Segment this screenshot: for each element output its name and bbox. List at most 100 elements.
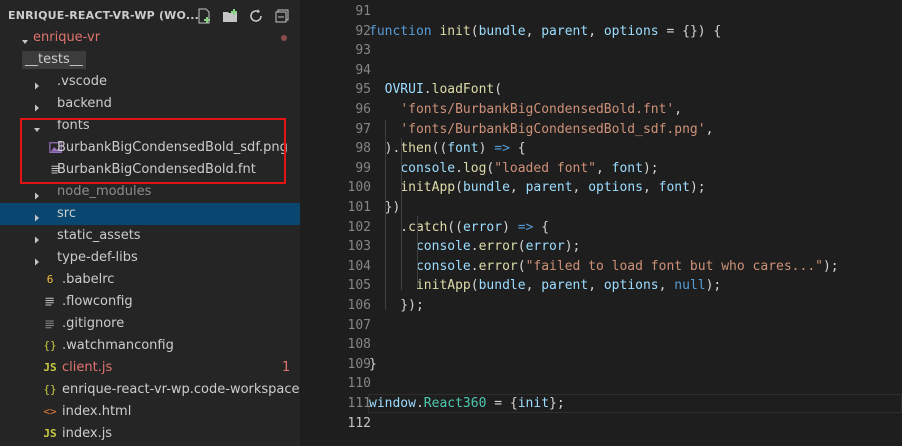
collapse-all-icon[interactable] xyxy=(274,8,290,24)
code-token: ); xyxy=(689,180,706,196)
tree-item-fonts[interactable]: fonts xyxy=(0,115,300,137)
code-content: ).then((font) => { xyxy=(369,139,526,158)
file-icon-glyph: {} xyxy=(43,339,57,352)
code-line[interactable]: 104 console.error("failed to load font b… xyxy=(300,257,902,276)
code-token: options xyxy=(603,23,659,39)
code-line[interactable]: 91 xyxy=(300,2,902,21)
code-line[interactable]: 102 .catch((error) => { xyxy=(300,218,902,237)
chevron-right-icon[interactable] xyxy=(32,253,42,266)
tree-item-burbankbigcondensedbold-fnt[interactable]: BurbankBigCondensedBold.fnt xyxy=(0,159,300,181)
code-line[interactable]: 112 xyxy=(300,414,902,433)
code-token: ( xyxy=(494,82,503,98)
tree-item-static-assets[interactable]: static_assets xyxy=(0,225,300,247)
code-content: window.React360 = {init}; xyxy=(369,394,565,413)
chevron-down-icon[interactable] xyxy=(20,33,30,44)
file-tree: enrique-vr __tests__ .vscode backend fonts Bu… xyxy=(0,27,300,445)
code-token: bundle xyxy=(462,180,510,196)
tree-item-burbankbigcondensedbold-sdf-png[interactable]: BurbankBigCondensedBold_sdf.png xyxy=(0,137,300,159)
code-token: options xyxy=(588,180,643,196)
code-token: "loaded font" xyxy=(494,160,596,176)
tree-item-gitignore[interactable]: .gitignore xyxy=(0,313,300,335)
code-line[interactable]: 99 console.log("loaded font", font); xyxy=(300,159,902,178)
code-token: ); xyxy=(642,160,659,176)
tree-item-label: BurbankBigCondensedBold.fnt xyxy=(57,162,256,177)
code-line[interactable]: 101 }) xyxy=(300,198,902,217)
tree-item-flowconfig[interactable]: .flowconfig xyxy=(0,291,300,313)
code-line[interactable]: 103 console.error(error); xyxy=(300,237,902,256)
json-file-icon: {} xyxy=(42,338,58,354)
code-line[interactable]: 100 initApp(bundle, parent, options, fon… xyxy=(300,178,902,197)
code-token: ); xyxy=(705,278,722,294)
code-line[interactable]: 108 xyxy=(300,335,902,354)
tree-item-backend[interactable]: backend xyxy=(0,93,300,115)
tree-item-enrique-react-vr-wp-code-workspace[interactable]: {} enrique-react-vr-wp.code-workspace xyxy=(0,379,300,401)
code-token: , xyxy=(572,180,589,196)
new-folder-icon[interactable] xyxy=(222,8,238,24)
code-token: => xyxy=(517,219,534,235)
tree-item-src[interactable]: src xyxy=(0,203,300,225)
tree-item-enrique-vr[interactable]: enrique-vr xyxy=(0,27,300,49)
code-token: React360 xyxy=(423,396,487,411)
code-line[interactable]: 109} xyxy=(300,355,902,374)
chevron-right-icon[interactable] xyxy=(32,231,42,244)
code-line[interactable]: 95 OVRUI.loadFont( xyxy=(300,80,902,99)
code-line[interactable]: 111 window.React360 = {init}; xyxy=(300,394,902,413)
line-number: 112 xyxy=(347,415,371,431)
code-token: null xyxy=(674,278,706,294)
line-number: 100 xyxy=(347,180,371,196)
code-line[interactable]: 98 ).then((font) => { xyxy=(300,139,902,158)
chevron-right-icon[interactable] xyxy=(32,99,42,112)
code-token: ( xyxy=(517,239,526,255)
code-token: , xyxy=(525,278,542,294)
modified-dot-icon xyxy=(281,35,287,41)
tree-item-label: .flowconfig xyxy=(62,294,133,309)
code-line[interactable]: 105 initApp(bundle, parent, options, nul… xyxy=(300,276,902,295)
code-line[interactable]: 96 'fonts/BurbankBigCondensedBold.fnt', xyxy=(300,100,902,119)
file-icon-glyph: 6 xyxy=(46,273,54,286)
code-token: = {}) { xyxy=(658,23,722,39)
code-token: 'fonts/BurbankBigCondensedBold.fnt' xyxy=(400,102,675,117)
problem-count-badge: 1 xyxy=(282,360,291,375)
tree-item-tests[interactable]: __tests__ xyxy=(0,49,300,71)
chevron-down-icon[interactable] xyxy=(32,121,42,132)
chevron-right-icon[interactable] xyxy=(32,187,42,200)
tree-item-client-js[interactable]: JS client.js 1 xyxy=(0,357,300,379)
tree-item-index-html[interactable]: <> index.html xyxy=(0,401,300,423)
code-token: , xyxy=(705,121,714,137)
code-line[interactable]: 110 xyxy=(300,374,902,393)
tree-item-label: .watchmanconfig xyxy=(62,338,174,353)
chevron-right-icon[interactable] xyxy=(32,209,42,222)
tree-item-label: index.html xyxy=(62,404,132,419)
line-number: 103 xyxy=(347,239,371,255)
tree-item-babelrc[interactable]: 6 .babelrc xyxy=(0,269,300,291)
code-token: error xyxy=(525,239,565,255)
code-token: initApp xyxy=(400,180,456,196)
code-editor[interactable]: 91 92 function init(bundle, parent, option… xyxy=(300,0,902,446)
tree-item-node-modules[interactable]: node_modules xyxy=(0,181,300,203)
refresh-icon[interactable] xyxy=(248,8,264,24)
code-line[interactable]: 93 xyxy=(300,41,902,60)
code-token: error xyxy=(478,239,518,255)
code-line[interactable]: 94 xyxy=(300,61,902,80)
code-line[interactable]: 97 'fonts/BurbankBigCondensedBold_sdf.pn… xyxy=(300,120,902,139)
new-file-icon[interactable] xyxy=(196,8,212,24)
code-line[interactable]: 92 function init(bundle, parent, options … xyxy=(300,22,902,41)
code-content: .catch((error) => { xyxy=(369,218,549,237)
code-token: (( xyxy=(447,219,463,235)
tree-item-index-js[interactable]: JS index.js xyxy=(0,423,300,445)
code-token: => xyxy=(494,141,510,157)
tree-item-type-def-libs[interactable]: type-def-libs xyxy=(0,247,300,269)
line-number: 104 xyxy=(347,258,371,274)
code-token: font xyxy=(611,160,643,176)
tree-item-label: BurbankBigCondensedBold_sdf.png xyxy=(57,140,288,155)
code-line[interactable]: 107 xyxy=(300,316,902,335)
tree-item-watchmanconfig[interactable]: {} .watchmanconfig xyxy=(0,335,300,357)
chevron-right-icon[interactable] xyxy=(32,77,42,90)
code-line[interactable]: 106 }); xyxy=(300,296,902,315)
code-content: console.error("failed to load font but w… xyxy=(369,257,839,276)
code-token: . xyxy=(415,396,424,411)
code-token: . xyxy=(470,239,479,255)
tree-item-label: enrique-react-vr-wp.code-workspace xyxy=(62,382,300,397)
tree-item-vscode[interactable]: .vscode xyxy=(0,71,300,93)
